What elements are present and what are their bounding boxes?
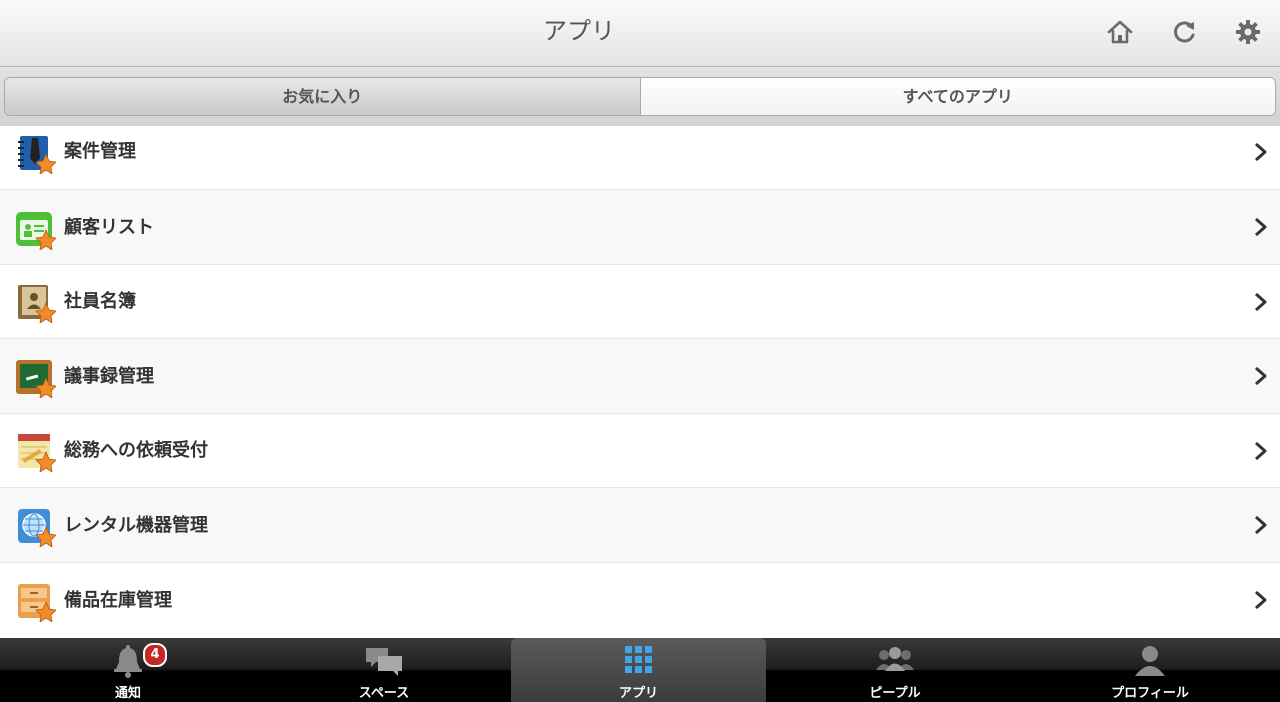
refresh-button[interactable] <box>1168 16 1200 48</box>
app-list: 案件管理 顧客リスト 社員名簿 議事録管理 総務への依頼受付 レンタル機器管理 … <box>0 126 1280 638</box>
tab-people[interactable]: ピープル <box>767 638 1023 702</box>
notification-count-badge: 4 <box>143 643 167 667</box>
notebook-pen-icon <box>18 136 56 174</box>
list-item[interactable]: 案件管理 <box>0 126 1280 190</box>
notepad-pencil-icon <box>18 434 56 472</box>
chevron-right-icon <box>1255 217 1267 237</box>
tab-label: アプリ <box>618 686 658 701</box>
list-item[interactable]: 社員名簿 <box>0 265 1280 339</box>
tab-label: 通知 <box>114 686 141 701</box>
page-title: アプリ <box>543 17 615 45</box>
list-item[interactable]: 議事録管理 <box>0 339 1280 414</box>
refresh-icon <box>1174 21 1195 43</box>
globe-icon <box>18 509 56 547</box>
address-book-icon <box>18 285 56 323</box>
app-label: 備品在庫管理 <box>64 590 172 611</box>
app-filter-segmented-control: お気に入り すべてのアプリ <box>4 77 1276 116</box>
app-label: 議事録管理 <box>64 366 154 387</box>
app-label: 総務への依頼受付 <box>64 440 208 461</box>
settings-button[interactable] <box>1232 16 1264 48</box>
app-label: レンタル機器管理 <box>64 515 208 536</box>
app-label: 案件管理 <box>64 141 136 162</box>
chevron-right-icon <box>1255 366 1267 386</box>
chevron-right-icon <box>1255 142 1267 162</box>
chevron-right-icon <box>1255 292 1267 312</box>
contact-card-icon <box>16 212 56 250</box>
tab-apps[interactable]: アプリ <box>511 638 766 702</box>
chevron-right-icon <box>1255 515 1267 535</box>
top-bar: アプリ <box>0 0 1280 67</box>
people-icon <box>876 647 914 671</box>
tab-spaces[interactable]: スペース <box>256 638 512 702</box>
tab-label: スペース <box>358 686 410 701</box>
chalkboard-icon <box>16 360 56 398</box>
tab-label: プロフィール <box>1111 686 1189 701</box>
list-item[interactable]: 顧客リスト <box>0 190 1280 265</box>
gear-icon <box>1236 20 1260 44</box>
list-item[interactable]: 総務への依頼受付 <box>0 414 1280 488</box>
tab-label: ピープル <box>869 686 921 701</box>
person-icon <box>1135 646 1165 676</box>
tab-favorites[interactable]: お気に入り <box>5 78 641 115</box>
home-icon <box>1107 20 1133 44</box>
chat-bubbles-icon <box>366 648 402 676</box>
app-grid-icon <box>625 646 652 673</box>
app-label: 顧客リスト <box>64 217 154 238</box>
bell-icon <box>114 645 142 678</box>
segment-bar: お気に入り すべてのアプリ <box>0 66 1280 128</box>
app-label: 社員名簿 <box>64 291 136 312</box>
chevron-right-icon <box>1255 441 1267 461</box>
tab-notifications[interactable]: 4 通知 <box>0 638 256 702</box>
tab-all-apps[interactable]: すべてのアプリ <box>640 78 1275 115</box>
list-item[interactable]: 備品在庫管理 <box>0 563 1280 638</box>
bottom-tab-bar: 4 通知 スペース アプリ ピープル プロフィール <box>0 638 1280 702</box>
tab-profile[interactable]: プロフィール <box>1022 638 1278 702</box>
chevron-right-icon <box>1255 590 1267 610</box>
file-drawer-icon <box>18 584 56 622</box>
home-button[interactable] <box>1104 16 1136 48</box>
list-item[interactable]: レンタル機器管理 <box>0 488 1280 563</box>
